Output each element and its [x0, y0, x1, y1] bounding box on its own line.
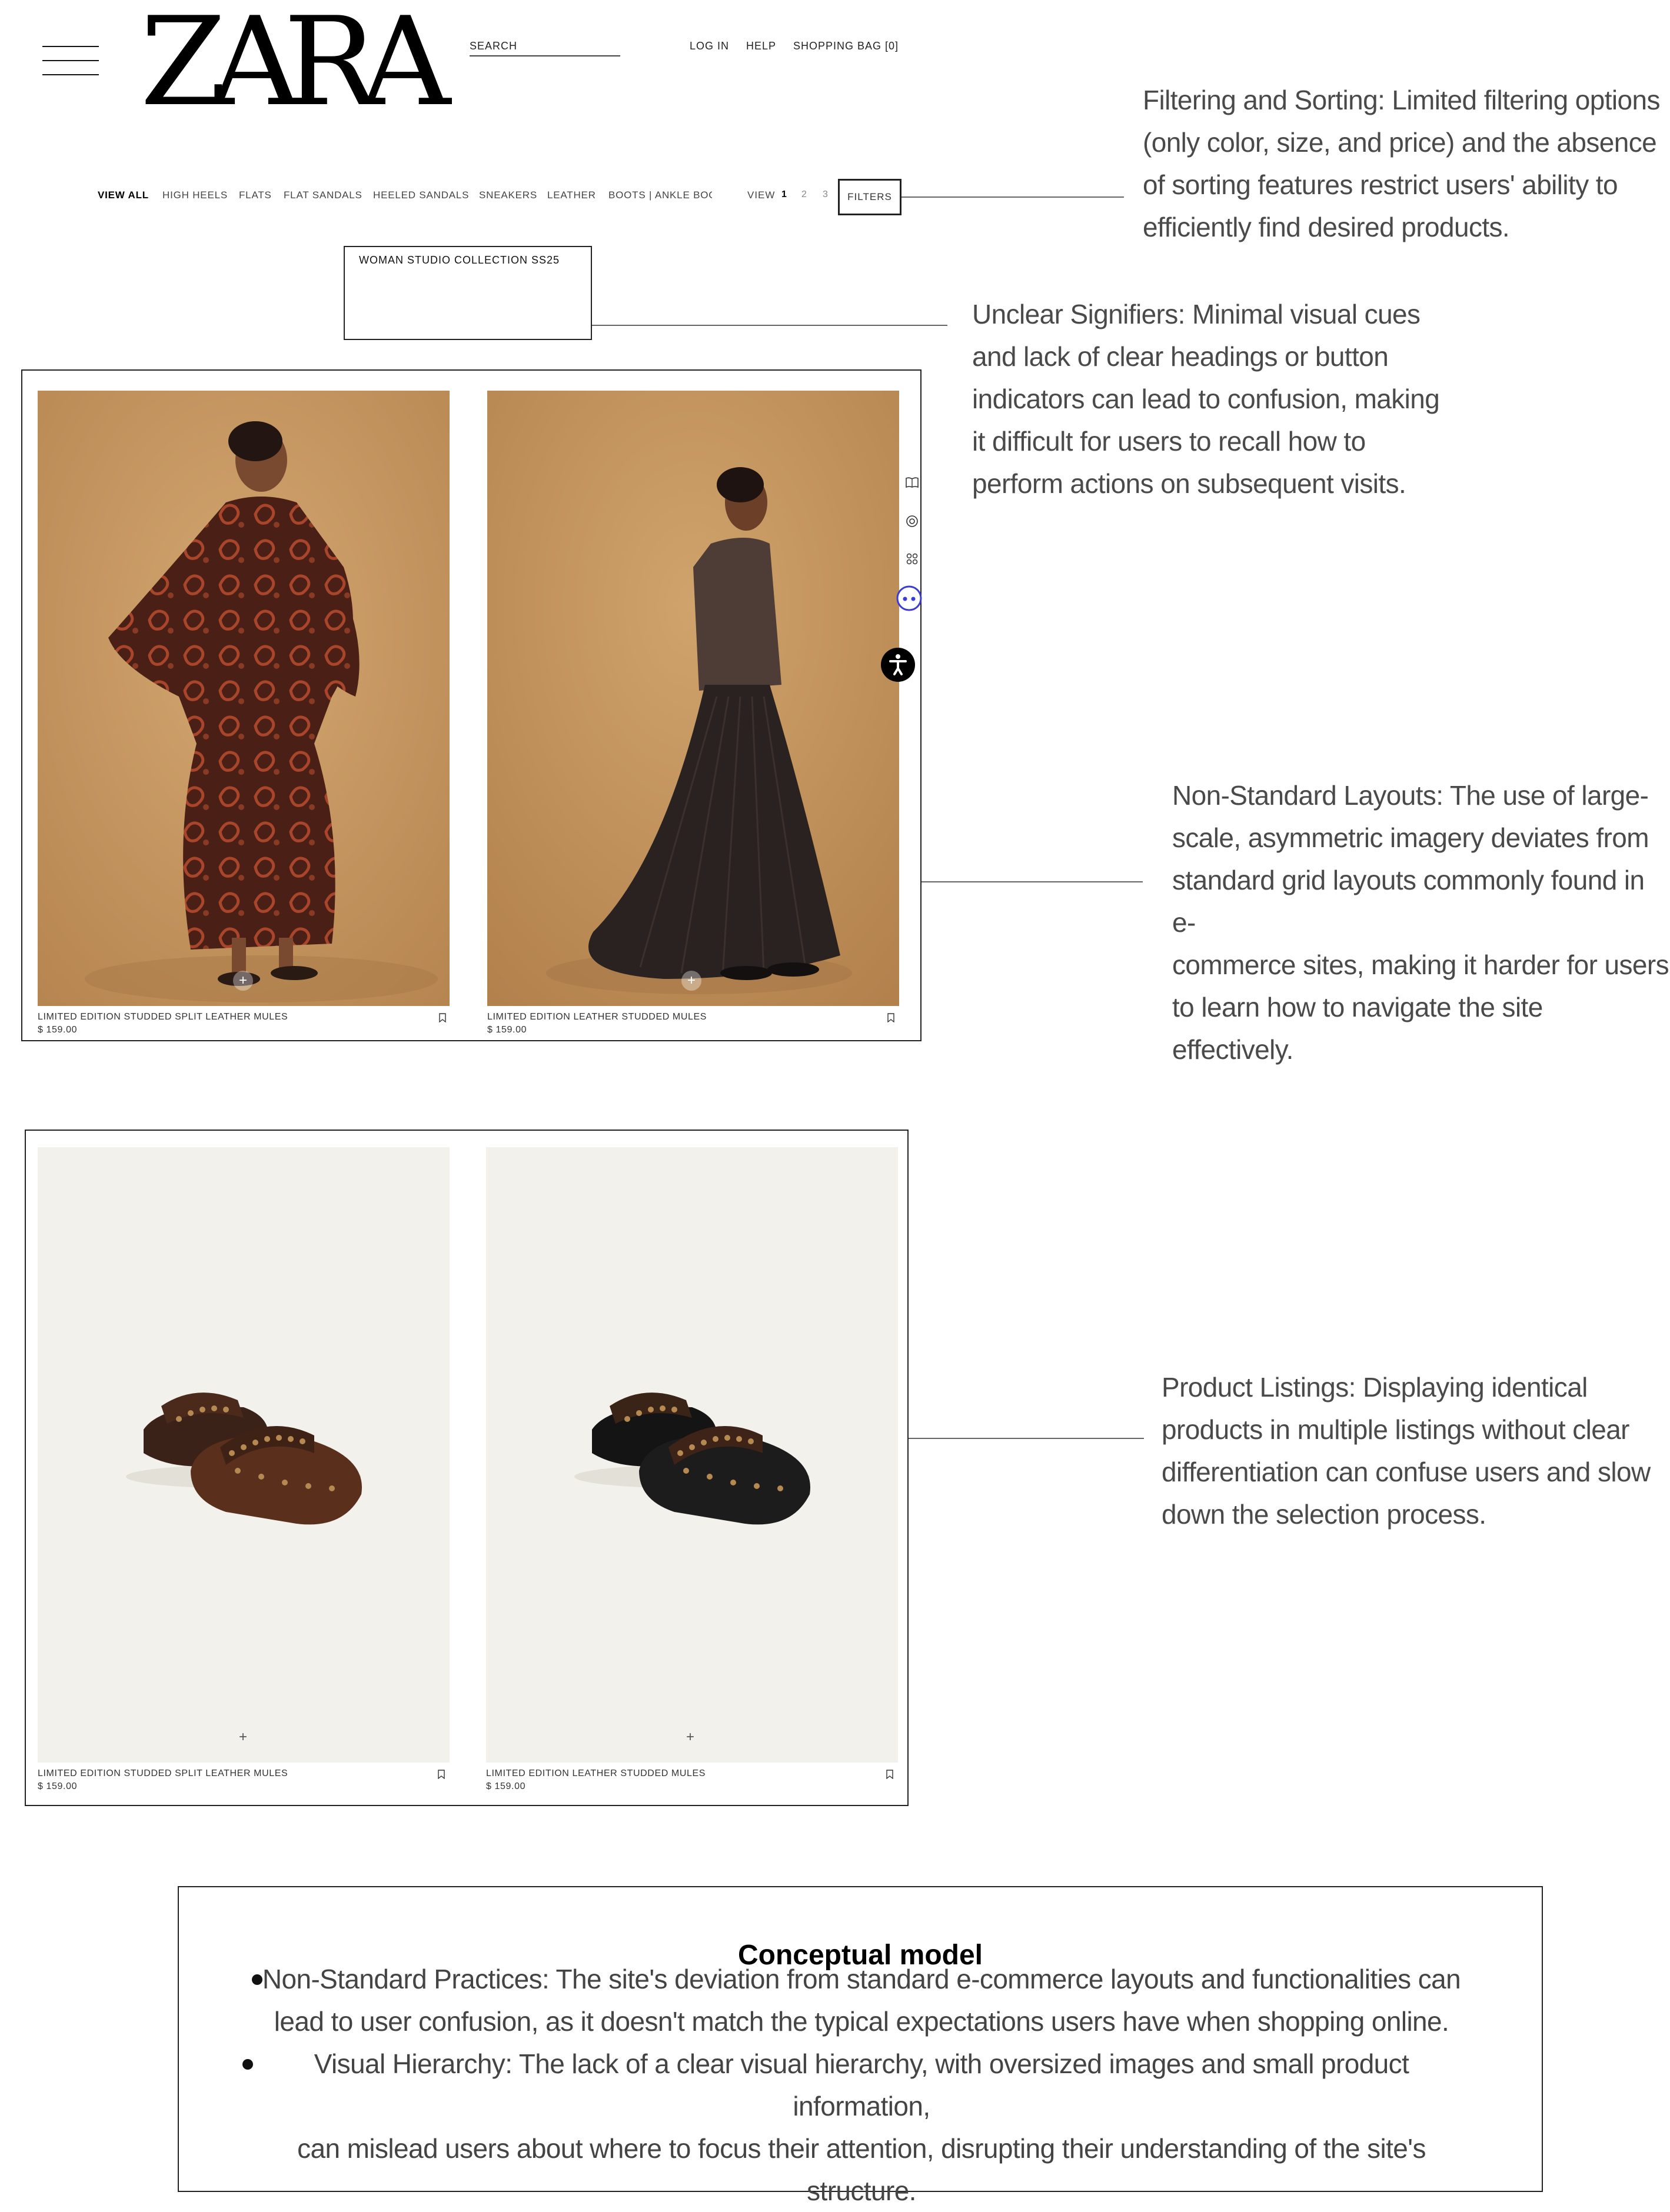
connector-line	[922, 881, 1143, 882]
annotation-line: products in multiple listings without cl…	[1162, 1414, 1630, 1445]
filters-button[interactable]: FILTERS	[838, 179, 901, 215]
category-high-heels[interactable]: HIGH HEELS	[162, 189, 228, 201]
product-name[interactable]: LIMITED EDITION STUDDED SPLIT LEATHER MU…	[38, 1012, 288, 1022]
plus-icon: +	[686, 1729, 694, 1745]
model-line: lead to user confusion, as it doesn't ma…	[274, 2006, 1449, 2037]
add-to-bag-button[interactable]: +	[681, 971, 701, 991]
model-line: Visual Hierarchy: The lack of a clear vi…	[314, 2048, 1409, 2121]
login-link[interactable]: LOG IN	[690, 40, 729, 52]
annotation-line: standard grid layouts commonly found in …	[1172, 865, 1645, 938]
model-skirt-photo	[487, 391, 899, 1006]
category-flat-sandals[interactable]: FLAT SANDALS	[284, 189, 362, 201]
hamburger-menu-icon[interactable]	[42, 46, 99, 75]
search-input[interactable]: SEARCH	[470, 36, 620, 56]
annotation-line: efficiently find desired products.	[1143, 212, 1510, 242]
bookmark-icon[interactable]	[886, 1770, 893, 1779]
product-image[interactable]: +	[486, 1147, 898, 1763]
annotation-line: (only color, size, and price) and the ab…	[1143, 127, 1657, 158]
annotation-line: Product Listings: Displaying identical	[1162, 1372, 1588, 1403]
category-boots[interactable]: BOOTS | ANKLE BOC	[608, 189, 712, 201]
category-sneakers[interactable]: SNEAKERS	[479, 189, 537, 201]
annotation-line: Unclear Signifiers: Minimal visual cues	[972, 299, 1421, 329]
connector-line	[901, 196, 1124, 198]
annotation-filtering: Filtering and Sorting: Limited filtering…	[1143, 79, 1661, 248]
category-flats[interactable]: FLATS	[239, 189, 272, 201]
page-3-button[interactable]: 3	[823, 189, 828, 200]
annotation-line: indicators can lead to confusion, making	[972, 384, 1440, 414]
connector-line	[909, 1438, 1144, 1439]
view-label: VIEW	[747, 189, 776, 201]
annotation-line: commerce sites, making it harder for use…	[1172, 950, 1669, 980]
product-name[interactable]: LIMITED EDITION LEATHER STUDDED MULES	[487, 1012, 707, 1022]
product-price: $ 159.00	[38, 1025, 78, 1035]
face-icon[interactable]	[894, 584, 924, 613]
annotation-line: and lack of clear headings or button	[972, 341, 1389, 372]
bookmark-icon[interactable]	[438, 1770, 445, 1779]
model-line: structure.	[807, 2176, 916, 2206]
model-item-practices: Non-Standard Practices: The site's devia…	[244, 1958, 1479, 2043]
model-line: can mislead users about where to focus t…	[297, 2133, 1426, 2164]
product-name[interactable]: LIMITED EDITION LEATHER STUDDED MULES	[486, 1768, 706, 1779]
product-price: $ 159.00	[487, 1025, 527, 1035]
target-icon[interactable]	[904, 513, 920, 529]
product-grid-bottom: + LIMITED EDITION STUDDED SPLIT LEATHER …	[25, 1130, 909, 1806]
annotation-line: perform actions on subsequent visits.	[972, 468, 1406, 499]
annotation-line: Non-Standard Layouts: The use of large-	[1172, 780, 1649, 811]
collection-title: WOMAN STUDIO COLLECTION SS25	[359, 254, 560, 266]
product-grid-top: + LIMITED EDITION STUDDED SPLIT LEATHER …	[21, 369, 922, 1041]
page-1-button[interactable]: 1	[781, 189, 787, 200]
connector-line	[592, 325, 947, 326]
model-line: Non-Standard Practices: The site's devia…	[262, 1964, 1461, 1994]
plus-icon: +	[687, 972, 696, 988]
annotation-line: down the selection process.	[1162, 1499, 1486, 1530]
category-heeled-sandals[interactable]: HEELED SANDALS	[373, 189, 469, 201]
annotation-line: of sorting features restrict users' abil…	[1143, 169, 1618, 200]
product-image[interactable]: +	[487, 391, 899, 1006]
product-name[interactable]: LIMITED EDITION STUDDED SPLIT LEATHER MU…	[38, 1768, 288, 1779]
annotation-line: scale, asymmetric imagery deviates from	[1172, 822, 1649, 853]
add-to-bag-button[interactable]: +	[233, 971, 253, 991]
annotation-line: it difficult for users to recall how to	[972, 426, 1366, 457]
annotation-signifiers: Unclear Signifiers: Minimal visual cues …	[972, 293, 1440, 505]
category-leather[interactable]: LEATHER	[547, 189, 596, 201]
book-icon[interactable]	[904, 474, 920, 491]
conceptual-model-box: Conceptual model Non-Standard Practices:…	[178, 1886, 1543, 2206]
search-label: SEARCH	[470, 40, 518, 52]
zara-logo[interactable]: ZARA	[140, 1, 451, 124]
shopping-bag-link[interactable]: SHOPPING BAG [0]	[793, 40, 899, 52]
product-price: $ 159.00	[38, 1781, 78, 1791]
product-price: $ 159.00	[486, 1781, 526, 1791]
grid-icon[interactable]	[904, 551, 920, 567]
product-image[interactable]: +	[38, 391, 450, 1006]
annotation-line: to learn how to navigate the site effect…	[1172, 992, 1543, 1065]
add-to-bag-button[interactable]: +	[233, 1727, 253, 1747]
collection-banner: WOMAN STUDIO COLLECTION SS25	[344, 246, 592, 340]
model-dress-photo	[38, 391, 450, 1006]
model-item-hierarchy: Visual Hierarchy: The lack of a clear vi…	[244, 2043, 1479, 2212]
bookmark-icon[interactable]	[887, 1013, 894, 1022]
accessibility-icon[interactable]	[880, 647, 916, 682]
product-image[interactable]: +	[38, 1147, 450, 1763]
annotation-layouts: Non-Standard Layouts: The use of large- …	[1172, 774, 1670, 1071]
help-link[interactable]: HELP	[746, 40, 776, 52]
brown-mules-photo	[126, 1393, 362, 1525]
annotation-line: differentiation can confuse users and sl…	[1162, 1457, 1651, 1487]
add-to-bag-button[interactable]: +	[680, 1727, 700, 1747]
plus-icon: +	[238, 972, 247, 988]
annotation-listings: Product Listings: Displaying identical p…	[1162, 1366, 1651, 1535]
plus-icon: +	[238, 1729, 247, 1745]
category-view-all[interactable]: VIEW ALL	[98, 189, 149, 201]
annotation-line: Filtering and Sorting: Limited filtering…	[1143, 85, 1661, 115]
black-mules-photo	[574, 1393, 810, 1525]
page-2-button[interactable]: 2	[801, 189, 807, 200]
bookmark-icon[interactable]	[439, 1013, 446, 1022]
